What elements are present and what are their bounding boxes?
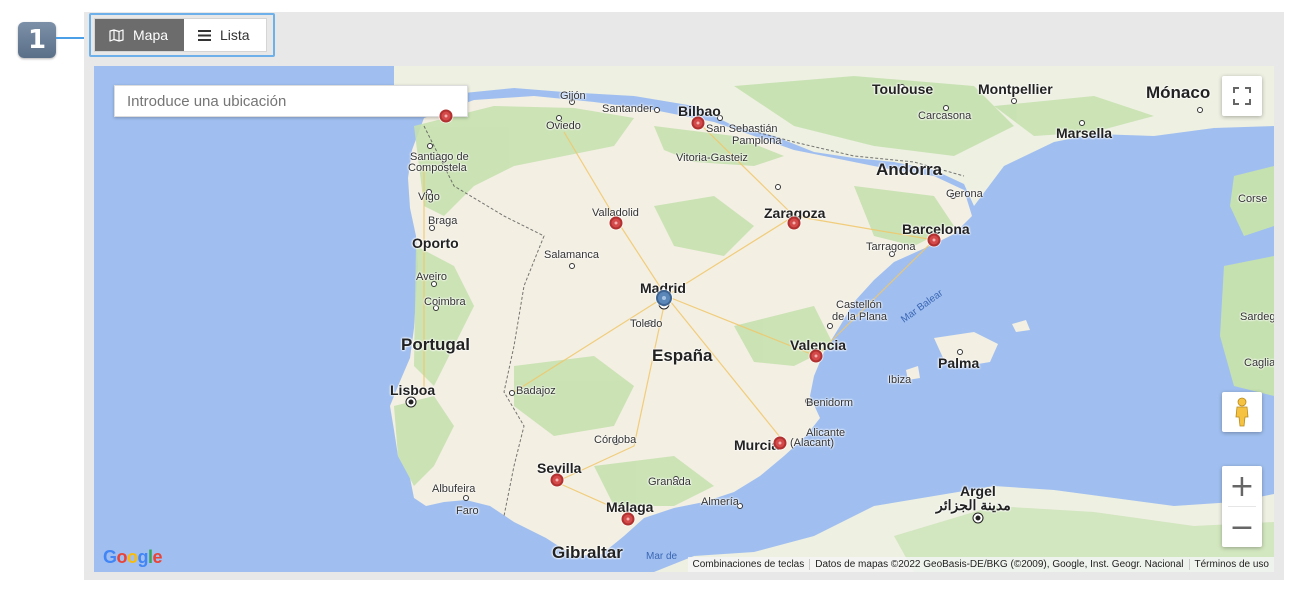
- city-label: Gerona: [946, 188, 983, 200]
- map-attribution: Combinaciones de teclas Datos de mapas ©…: [687, 557, 1274, 572]
- sea-label: Mar de: [646, 551, 678, 562]
- keyboard-shortcuts-link[interactable]: Combinaciones de teclas: [688, 559, 810, 570]
- terms-link[interactable]: Términos de uso: [1188, 559, 1274, 570]
- map-background: [94, 66, 1274, 572]
- location-marker[interactable]: [550, 473, 564, 487]
- map-view-button[interactable]: Mapa: [95, 19, 184, 51]
- zoom-control: + −: [1222, 466, 1262, 547]
- city-label: Sardegna: [1240, 311, 1274, 323]
- city-label: Lisboa: [390, 382, 436, 398]
- country-label: España: [652, 346, 713, 365]
- location-marker-selected[interactable]: [656, 290, 672, 306]
- city-label: Vitoria-Gasteiz: [676, 152, 748, 164]
- location-marker[interactable]: [787, 216, 801, 230]
- city-label: Compostela: [408, 162, 467, 174]
- zoom-out-button[interactable]: −: [1222, 507, 1262, 547]
- city-label: Murcia: [734, 437, 780, 453]
- city-label: Albufeira: [432, 483, 476, 495]
- city-label: Palma: [938, 355, 980, 371]
- location-marker[interactable]: [809, 349, 823, 363]
- city-label: Salamanca: [544, 249, 600, 261]
- city-label: Tarragona: [866, 241, 916, 253]
- country-label: Andorra: [876, 160, 943, 179]
- city-dot: [569, 263, 575, 269]
- location-search-input[interactable]: [114, 85, 468, 117]
- list-view-label: Lista: [220, 27, 250, 43]
- city-dot: [775, 184, 781, 190]
- city-dot: [509, 390, 515, 396]
- city-label: Santander: [602, 103, 653, 115]
- street-view-button[interactable]: [1222, 392, 1262, 432]
- street-view-pegman-icon: [1235, 397, 1249, 427]
- fullscreen-button[interactable]: [1222, 76, 1262, 116]
- city-label: Carcasona: [918, 110, 972, 122]
- capital-dot-lisboa: [406, 397, 416, 407]
- location-marker[interactable]: [927, 233, 941, 247]
- country-label: Portugal: [401, 335, 470, 354]
- city-label: Argel: [960, 483, 996, 499]
- city-label: مدينة الجزائر: [936, 497, 1011, 513]
- city-label: Corse: [1238, 193, 1268, 205]
- map-view-label: Mapa: [133, 27, 169, 43]
- city-label: Coimbra: [424, 296, 466, 308]
- view-toggle: Mapa Lista: [94, 18, 267, 52]
- city-label: Benidorm: [806, 397, 854, 409]
- location-marker[interactable]: [621, 512, 635, 526]
- map-icon: [109, 28, 124, 42]
- country-label: Mónaco: [1146, 83, 1211, 102]
- city-label: Montpellier: [978, 81, 1053, 97]
- step-badge: 1: [18, 22, 56, 58]
- list-icon: [198, 29, 211, 41]
- city-label: Oviedo: [546, 120, 581, 132]
- fullscreen-icon: [1233, 87, 1251, 105]
- city-label: Braga: [428, 215, 458, 227]
- city-label: (Alacant): [790, 437, 835, 449]
- city-label: Córdoba: [594, 434, 637, 446]
- google-logo: Google: [103, 547, 163, 567]
- zoom-in-button[interactable]: +: [1222, 466, 1262, 506]
- city-label: Toledo: [630, 318, 663, 330]
- city-label: Almería: [701, 496, 739, 508]
- city-dot: [427, 143, 433, 149]
- city-label: Ibiza: [888, 374, 912, 386]
- capital-dot-argel: [973, 513, 983, 523]
- city-label: Toulouse: [872, 81, 934, 97]
- location-marker[interactable]: [609, 216, 623, 230]
- city-label: Castellón: [836, 299, 882, 311]
- map-data-text: Datos de mapas ©2022 GeoBasis-DE/BKG (©2…: [809, 559, 1188, 570]
- city-dot: [1197, 107, 1203, 113]
- city-dot: [1011, 98, 1017, 104]
- city-label: Faro: [456, 505, 479, 517]
- location-marker[interactable]: [691, 116, 705, 130]
- city-dot: [654, 107, 660, 113]
- city-label: Badajoz: [516, 385, 556, 397]
- city-label: Granada: [648, 476, 691, 488]
- city-label: Gijón: [560, 90, 586, 102]
- country-label: Gibraltar: [552, 543, 623, 562]
- city-label: Vigo: [418, 191, 440, 203]
- city-label: Aveiro: [416, 271, 447, 283]
- city-dot: [827, 323, 833, 329]
- location-marker[interactable]: [439, 109, 453, 123]
- city-label: Marsella: [1056, 125, 1113, 141]
- list-view-button[interactable]: Lista: [184, 19, 266, 51]
- map-canvas[interactable]: Gijón Oviedo Santander Bilbao San Sebast…: [94, 66, 1274, 572]
- city-label: Oporto: [412, 235, 459, 251]
- city-dot: [463, 495, 469, 501]
- city-label: de la Plana: [832, 311, 888, 323]
- city-label: Pamplona: [732, 135, 782, 147]
- city-label: San Sebastián: [706, 123, 778, 135]
- city-label: Cagliar: [1244, 357, 1274, 369]
- location-marker[interactable]: [773, 436, 787, 450]
